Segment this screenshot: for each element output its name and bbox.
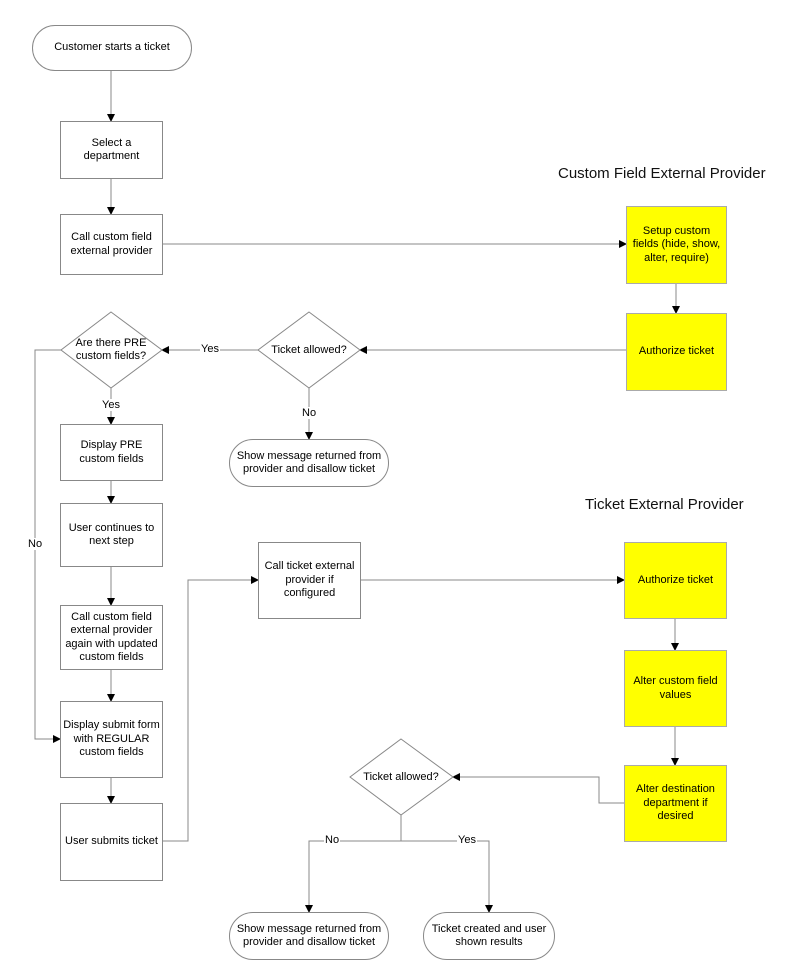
no-label-allowed-2: No — [324, 834, 341, 846]
no-label-allowed-1: No — [301, 407, 318, 419]
disallow-terminator-2: Show message returned from provider and … — [229, 912, 389, 960]
yes-label-allowed-2: Yes — [457, 834, 477, 846]
alter-cf-values-step: Alter custom field values — [624, 650, 727, 727]
setup-custom-fields-step: Setup custom fields (hide, show, alter, … — [626, 206, 727, 284]
custom-field-provider-title: Custom Field External Provider — [558, 165, 766, 182]
arrow-allowed2-yes — [401, 840, 493, 913]
ticket-allowed-decision-2: Ticket allowed? — [363, 770, 439, 783]
arrow-allowed2-no — [305, 840, 401, 913]
arrow-alterdest-to-allowed2 — [452, 773, 624, 804]
no-label-pre: No — [27, 538, 44, 550]
ticket-created-terminator: Ticket created and user shown results — [423, 912, 555, 960]
ticket-allowed-decision-1: Ticket allowed? — [271, 343, 347, 356]
start-terminator: Customer starts a ticket — [32, 25, 192, 71]
call-cf-again-step: Call custom field external provider agai… — [60, 605, 163, 670]
select-department-step: Select a department — [60, 121, 163, 179]
arrow-submits-to-callticket — [162, 576, 259, 842]
authorize-ticket-tp-step: Authorize ticket — [624, 542, 727, 619]
yes-label-allowed-1: Yes — [200, 343, 220, 355]
user-submits-step: User submits ticket — [60, 803, 163, 881]
call-cf-provider-step: Call custom field external provider — [60, 214, 163, 275]
call-ticket-provider-step: Call ticket external provider if configu… — [258, 542, 361, 619]
disallow-terminator-1: Show message returned from provider and … — [229, 439, 389, 487]
alter-destination-step: Alter destination department if desired — [624, 765, 727, 842]
authorize-ticket-cf-step: Authorize ticket — [626, 313, 727, 391]
display-submit-step: Display submit form with REGULAR custom … — [60, 701, 163, 778]
pre-fields-decision: Are there PRE custom fields? — [75, 337, 147, 362]
yes-label-pre: Yes — [101, 399, 121, 411]
display-pre-step: Display PRE custom fields — [60, 424, 163, 481]
user-continues-step: User continues to next step — [60, 503, 163, 567]
ticket-provider-title: Ticket External Provider — [585, 496, 744, 513]
